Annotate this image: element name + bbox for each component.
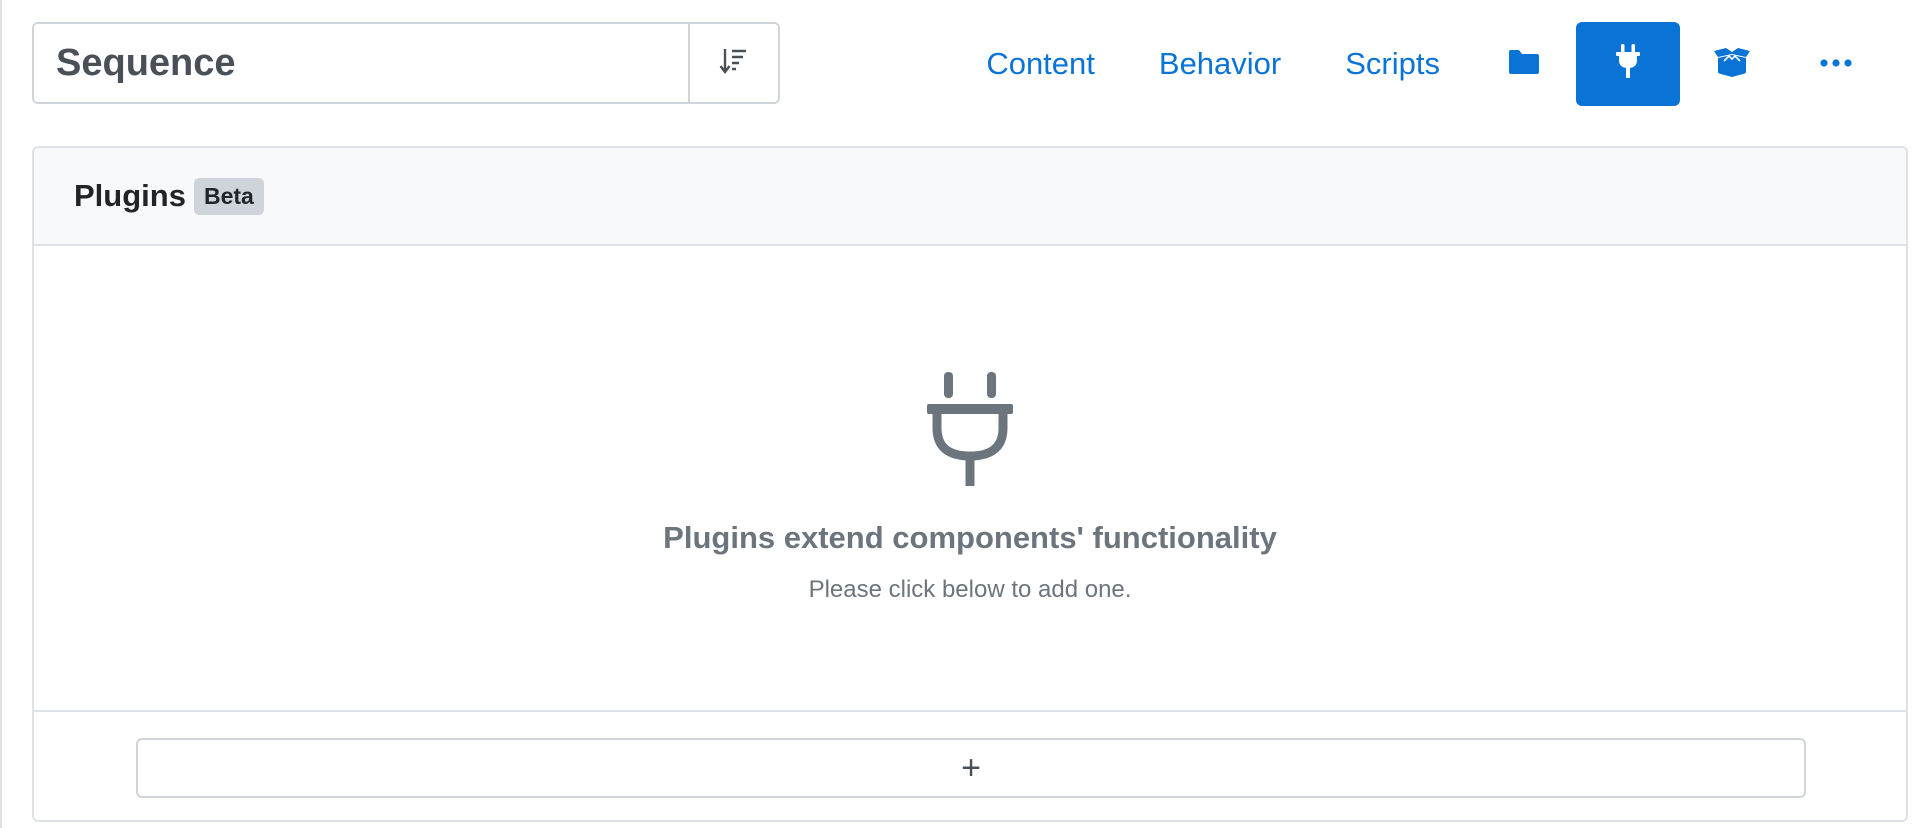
tab-behavior[interactable]: Behavior xyxy=(1127,46,1313,82)
beta-badge: Beta xyxy=(193,177,264,215)
header: Content Behavior Scripts xyxy=(32,22,1888,106)
empty-state: Plugins extend components' functionality… xyxy=(34,246,1906,712)
title-input[interactable] xyxy=(34,24,688,102)
title-input-group xyxy=(32,22,780,104)
editor-nav: Content Behavior Scripts xyxy=(954,22,1888,106)
empty-state-subtitle: Please click below to add one. xyxy=(808,576,1132,603)
panel-title: Plugins xyxy=(74,178,186,213)
sort-button[interactable] xyxy=(688,24,778,102)
more-button[interactable] xyxy=(1784,22,1888,106)
plugins-button[interactable] xyxy=(1576,22,1680,106)
panel-footer: + xyxy=(34,712,1906,820)
packages-button[interactable] xyxy=(1680,22,1784,106)
sort-descending-icon xyxy=(718,45,750,82)
tab-content[interactable]: Content xyxy=(954,46,1127,82)
empty-state-title: Plugins extend components' functionality xyxy=(663,520,1277,555)
files-button[interactable] xyxy=(1472,22,1576,106)
left-border xyxy=(0,0,2,828)
more-horizontal-icon xyxy=(1820,55,1852,73)
plug-icon xyxy=(927,372,1013,491)
folder-icon xyxy=(1508,48,1540,81)
panel-header: Plugins Beta xyxy=(34,148,1906,246)
plug-icon xyxy=(1615,43,1641,85)
tab-scripts[interactable]: Scripts xyxy=(1313,46,1472,82)
plugins-panel: Plugins Beta Plugins extend components' … xyxy=(32,146,1908,822)
add-plugin-button[interactable]: + xyxy=(136,738,1806,798)
plus-label: + xyxy=(961,748,981,787)
open-box-icon xyxy=(1712,46,1752,83)
